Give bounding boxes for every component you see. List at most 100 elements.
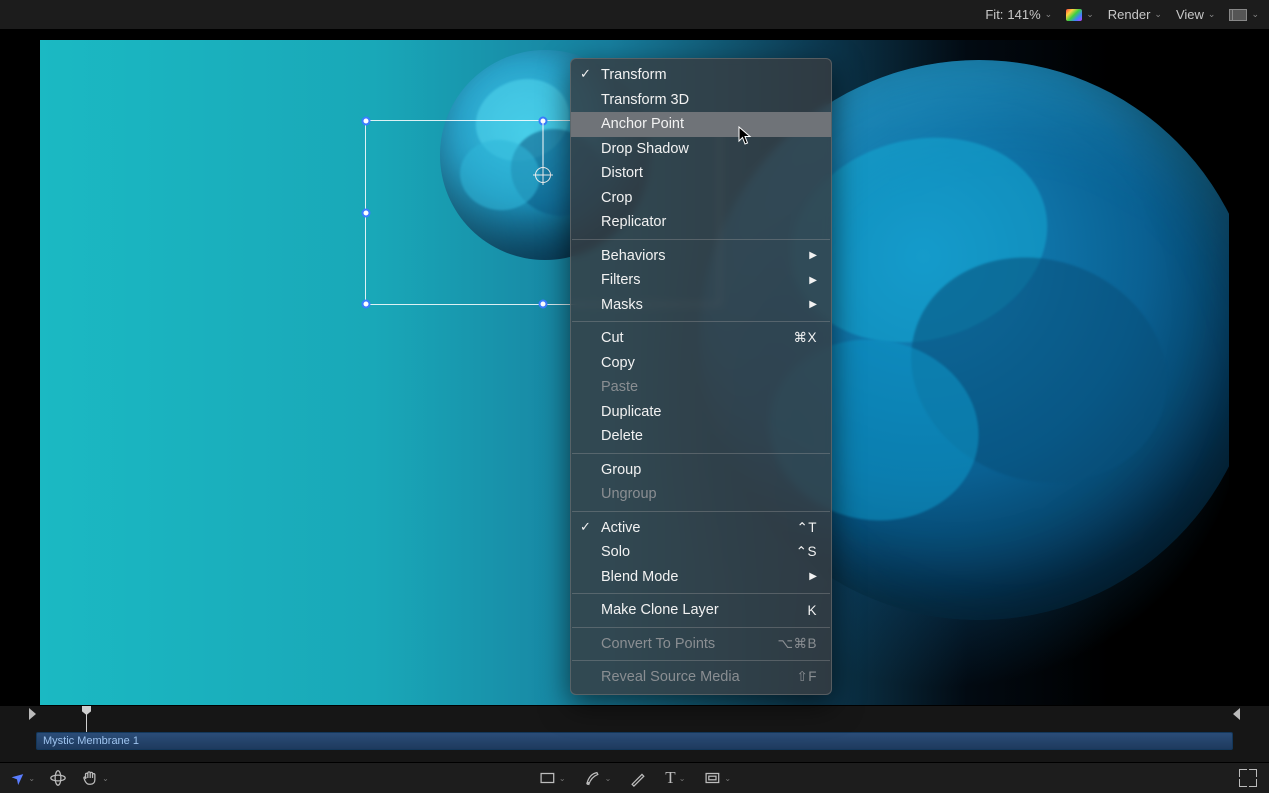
chevron-down-icon: ⌄: [1251, 9, 1259, 20]
mask-rect-icon: [703, 769, 721, 787]
pen-icon: [584, 769, 602, 787]
menu-item-active[interactable]: ✓ Active ⌃T: [571, 516, 831, 541]
menu-item-duplicate[interactable]: Duplicate: [571, 400, 831, 425]
menu-item-label: Ungroup: [601, 486, 657, 502]
menu-separator: [572, 321, 830, 322]
menu-item-label: Crop: [601, 190, 632, 206]
menu-shortcut: ⇧F: [796, 669, 817, 685]
resize-handle-bm[interactable]: [538, 300, 547, 309]
menu-item-solo[interactable]: Solo ⌃S: [571, 540, 831, 565]
select-tool[interactable]: ➤ ⌄: [12, 768, 35, 788]
chevron-down-icon: ⌄: [1208, 9, 1216, 20]
menu-item-label: Transform: [601, 67, 667, 83]
menu-item-transform[interactable]: ✓Transform: [571, 63, 831, 88]
submenu-arrow-icon: ▶: [809, 571, 817, 582]
menu-item-masks[interactable]: Masks ▶: [571, 293, 831, 318]
menu-separator: [572, 660, 830, 661]
menu-separator: [572, 239, 830, 240]
menu-item-transform-3d[interactable]: Transform 3D: [571, 88, 831, 113]
submenu-arrow-icon: ▶: [809, 299, 817, 310]
menu-item-label: Copy: [601, 355, 635, 371]
check-icon: ✓: [580, 519, 591, 535]
paint-stroke-tool[interactable]: [629, 769, 647, 787]
timeline-clip[interactable]: Mystic Membrane 1: [36, 732, 1233, 750]
menu-item-reveal-source-media: Reveal Source Media⇧F: [571, 665, 831, 690]
menu-item-label: Filters: [601, 272, 640, 288]
menu-item-blend-mode[interactable]: Blend Mode ▶: [571, 565, 831, 590]
menu-shortcut: ⌃T: [796, 520, 817, 536]
chevron-down-icon: ⌄: [605, 774, 612, 783]
select-arrow-icon: ➤: [7, 766, 30, 790]
menu-item-label: Group: [601, 462, 641, 478]
menu-separator: [572, 627, 830, 628]
menu-item-label: Solo: [601, 544, 630, 560]
chevron-down-icon: ⌄: [1045, 9, 1053, 20]
menu-item-label: Active: [601, 520, 641, 536]
pan-tool[interactable]: ⌄: [81, 769, 109, 787]
menu-shortcut: ⌥⌘B: [777, 636, 817, 652]
menu-item-label: Distort: [601, 165, 643, 181]
hand-icon: [81, 769, 99, 787]
pen-tool[interactable]: ⌄: [584, 769, 612, 787]
menu-item-label: Cut: [601, 330, 624, 346]
menu-item-paste: Paste: [571, 375, 831, 400]
view-menu[interactable]: View ⌄: [1176, 7, 1216, 22]
render-menu[interactable]: Render ⌄: [1108, 7, 1162, 22]
menu-item-distort[interactable]: Distort: [571, 161, 831, 186]
expand-icon: [1239, 769, 1257, 787]
menu-item-group[interactable]: Group: [571, 458, 831, 483]
top-toolbar: Fit: 141% ⌄ ⌄ Render ⌄ View ⌄ ⌄: [0, 0, 1269, 30]
menu-item-label: Masks: [601, 297, 643, 313]
menu-item-filters[interactable]: Filters▶: [571, 268, 831, 293]
render-label: Render: [1108, 7, 1151, 22]
text-tool[interactable]: T ⌄: [665, 768, 685, 788]
menu-shortcut: ⌘X: [793, 330, 817, 346]
menu-item-label: Blend Mode: [601, 569, 678, 585]
mini-timeline[interactable]: Mystic Membrane 1: [0, 705, 1269, 762]
chevron-down-icon: ⌄: [102, 774, 109, 783]
menu-item-drop-shadow[interactable]: Drop Shadow: [571, 137, 831, 162]
menu-item-make-clone-layer[interactable]: Make Clone LayerK: [571, 598, 831, 623]
menu-item-label: Convert To Points: [601, 636, 715, 652]
menu-item-ungroup: Ungroup: [571, 482, 831, 507]
brush-icon: [629, 769, 647, 787]
menu-item-anchor-point[interactable]: Anchor Point: [571, 112, 831, 137]
layout-icon: [1229, 9, 1247, 21]
menu-item-cut[interactable]: Cut ⌘X: [571, 326, 831, 351]
resize-handle-tl[interactable]: [362, 117, 371, 126]
chevron-down-icon: ⌄: [559, 774, 566, 783]
zoom-to-fit-button[interactable]: [1239, 769, 1257, 787]
chevron-down-icon: ⌄: [1086, 9, 1094, 20]
menu-item-label: Behaviors: [601, 248, 665, 264]
view-layout-selector[interactable]: ⌄: [1229, 9, 1259, 21]
submenu-arrow-icon: ▶: [809, 250, 817, 261]
resize-handle-ml[interactable]: [362, 208, 371, 217]
menu-item-copy[interactable]: Copy: [571, 351, 831, 376]
timeline-ruler[interactable]: [0, 706, 1269, 724]
resize-handle-bl[interactable]: [362, 300, 371, 309]
rectangle-tool[interactable]: ⌄: [538, 769, 566, 787]
menu-shortcut: K: [807, 603, 817, 618]
menu-item-label: Transform 3D: [601, 92, 689, 108]
3d-transform-tool[interactable]: [49, 769, 67, 787]
menu-item-replicator[interactable]: Replicator: [571, 210, 831, 235]
3d-orbit-icon: [49, 769, 67, 787]
mask-tool[interactable]: ⌄: [703, 769, 731, 787]
chevron-down-icon: ⌄: [679, 774, 686, 783]
menu-shortcut: ⌃S: [796, 544, 817, 560]
context-menu[interactable]: ✓TransformTransform 3DAnchor PointDrop S…: [570, 58, 832, 695]
rectangle-icon: [538, 769, 556, 787]
menu-separator: [572, 511, 830, 512]
menu-item-delete[interactable]: Delete: [571, 424, 831, 449]
menu-separator: [572, 593, 830, 594]
fit-zoom-selector[interactable]: Fit: 141% ⌄: [985, 7, 1052, 22]
menu-item-behaviors[interactable]: Behaviors ▶: [571, 244, 831, 269]
menu-item-convert-to-points: Convert To Points ⌥⌘B: [571, 632, 831, 657]
menu-item-label: Duplicate: [601, 404, 661, 420]
color-channels-selector[interactable]: ⌄: [1066, 9, 1094, 21]
chevron-down-icon: ⌄: [724, 774, 731, 783]
menu-item-crop[interactable]: Crop: [571, 186, 831, 211]
bottom-toolbar: ➤ ⌄ ⌄ ⌄ ⌄: [0, 762, 1269, 793]
view-label: View: [1176, 7, 1204, 22]
text-icon: T: [665, 768, 675, 788]
